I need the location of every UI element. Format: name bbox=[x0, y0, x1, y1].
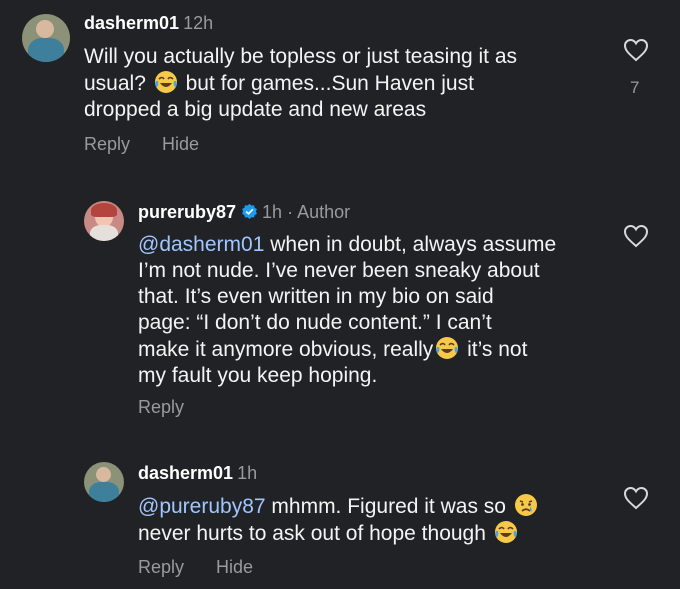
heart-icon[interactable] bbox=[623, 38, 649, 62]
comment-text-part: never hurts to ask out of hope though bbox=[138, 522, 486, 545]
comment-header: pureruby87 1h · Author bbox=[138, 202, 350, 223]
timestamp: 1h bbox=[237, 463, 258, 483]
comment-line: Will you actually be topless or just tea… bbox=[84, 45, 518, 68]
username[interactable]: dasherm01 bbox=[138, 463, 233, 483]
comment-header: dasherm01 12h bbox=[84, 13, 213, 34]
comment-text: Will you actually be topless or just tea… bbox=[84, 44, 594, 123]
avatar[interactable] bbox=[84, 462, 124, 502]
comment-text: @dasherm01 when in doubt, always assume … bbox=[138, 232, 608, 389]
heart-icon[interactable] bbox=[623, 224, 649, 248]
crying-face-emoji bbox=[514, 494, 537, 516]
comment-text: @pureruby87 mhmm. Figured it was so neve… bbox=[138, 493, 608, 547]
hide-button[interactable]: Hide bbox=[216, 557, 253, 577]
comment-text-part: usual? bbox=[84, 72, 146, 95]
reply-button[interactable]: Reply bbox=[138, 397, 184, 417]
comment-text-part: make it anymore obvious, really bbox=[138, 338, 434, 361]
hide-button[interactable]: Hide bbox=[162, 134, 199, 154]
comment-line: that. It’s even written in my bio on sai… bbox=[138, 285, 494, 308]
comment-line: @dasherm01 when in doubt, always assume bbox=[138, 232, 608, 258]
reply-button[interactable]: Reply bbox=[138, 557, 184, 577]
tears-of-joy-emoji bbox=[154, 71, 177, 93]
comment-line: usual? but for games...Sun Haven just bbox=[84, 70, 594, 97]
mention-link[interactable]: @dasherm01 bbox=[138, 233, 264, 256]
comment-line: dropped a big update and new areas bbox=[84, 98, 427, 121]
avatar[interactable] bbox=[84, 201, 124, 241]
comment-line: page: “I don’t do nude content.” I can’t bbox=[138, 311, 492, 334]
verified-badge-icon bbox=[242, 203, 257, 219]
comment-header: dasherm01 1h bbox=[138, 463, 257, 484]
comment-line: I’m not nude. I’ve never been sneaky abo… bbox=[138, 259, 540, 282]
tears-of-joy-emoji bbox=[436, 337, 459, 359]
comment-text-part: mhmm. Figured it was so bbox=[265, 495, 506, 518]
username[interactable]: pureruby87 bbox=[138, 202, 236, 222]
like-count: 7 bbox=[630, 78, 640, 97]
comment-actions: Reply Hide bbox=[138, 557, 285, 578]
comment-actions: Reply Hide bbox=[84, 134, 231, 155]
timestamp: 1h bbox=[262, 202, 283, 222]
tears-of-joy-emoji bbox=[494, 521, 517, 543]
comment-line: @pureruby87 mhmm. Figured it was so bbox=[138, 493, 608, 520]
comment-text-part: when in doubt, always assume bbox=[264, 233, 557, 256]
comment-line: never hurts to ask out of hope though bbox=[138, 520, 608, 547]
mention-link[interactable]: @pureruby87 bbox=[138, 495, 266, 518]
comment-actions: Reply bbox=[138, 397, 216, 418]
author-label: · Author bbox=[287, 202, 351, 222]
heart-icon[interactable] bbox=[623, 486, 649, 510]
reply-button[interactable]: Reply bbox=[84, 134, 130, 154]
comment-text-part: but for games...Sun Haven just bbox=[185, 72, 474, 95]
comment-line: make it anymore obvious, really it’s not bbox=[138, 336, 608, 363]
comment-text-part: it’s not bbox=[461, 338, 528, 361]
timestamp: 12h bbox=[183, 13, 214, 33]
comment-line: my fault you keep hoping. bbox=[138, 364, 378, 387]
avatar[interactable] bbox=[22, 14, 70, 62]
username[interactable]: dasherm01 bbox=[84, 13, 179, 33]
